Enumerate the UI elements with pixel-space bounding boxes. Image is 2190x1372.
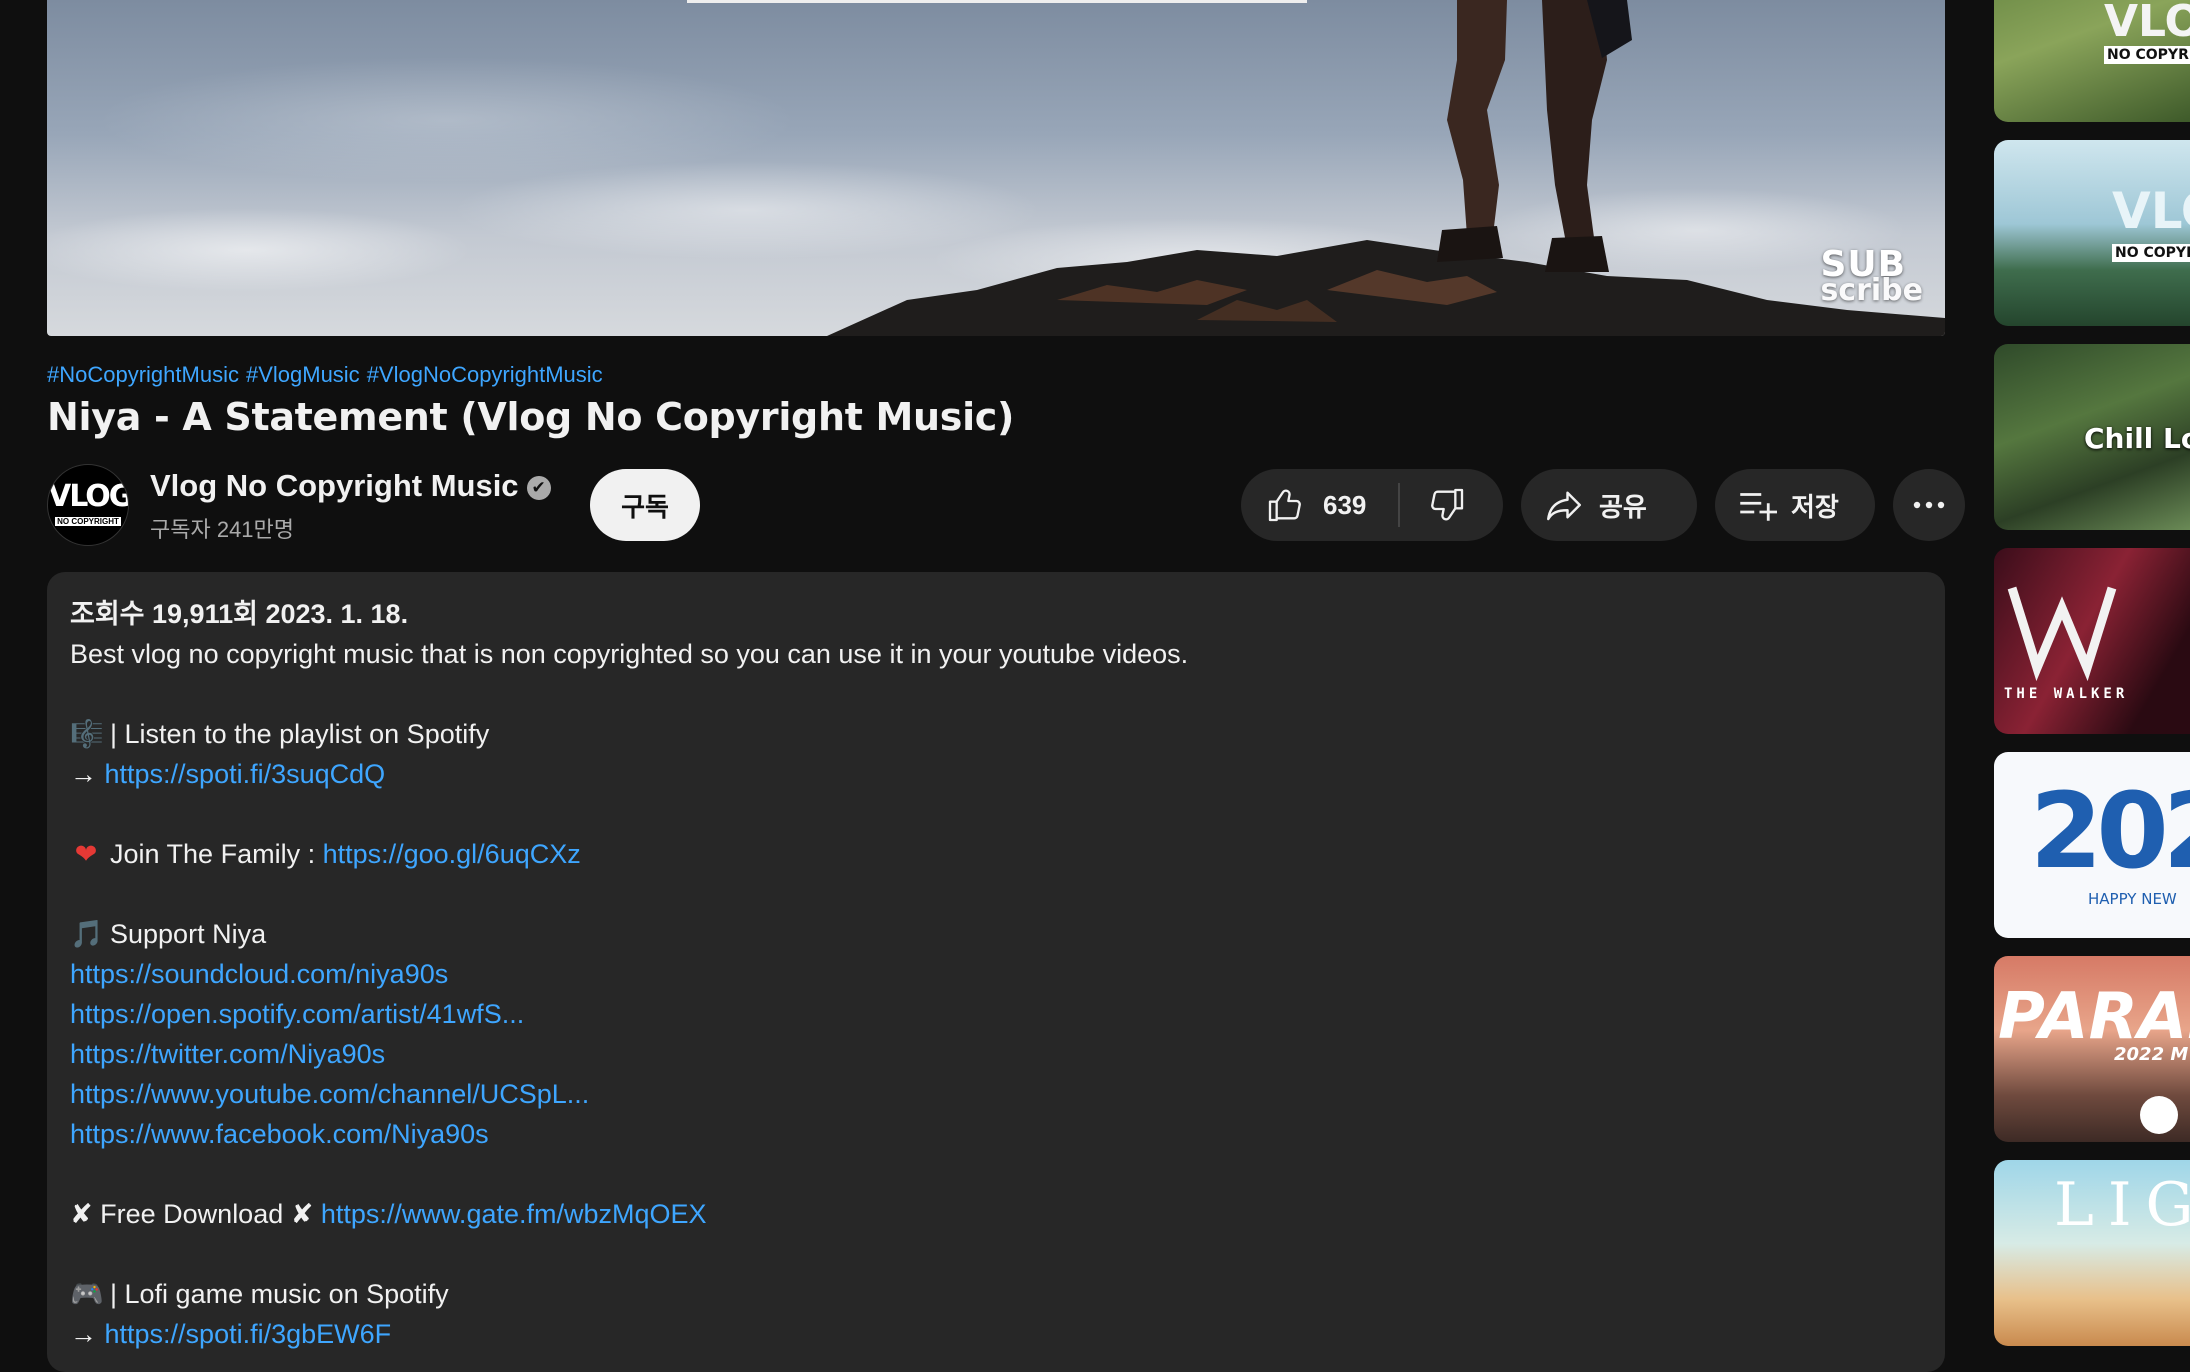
soundcloud-link[interactable]: https://soundcloud.com/niya90s <box>70 959 448 989</box>
twitter-link[interactable]: https://twitter.com/Niya90s <box>70 1039 385 1069</box>
save-button[interactable]: 저장 <box>1715 469 1875 541</box>
family-text: Join The Family : <box>110 839 323 869</box>
owner-row: VLOG NO COPYRIGHT Vlog No Copyright Musi… <box>47 462 1965 546</box>
subscribe-watermark[interactable]: SUB scribe <box>1820 247 1923 308</box>
cross-mark-icon: ✘ <box>290 1199 314 1229</box>
hashtag-link[interactable]: #VlogMusic <box>246 362 360 387</box>
recommended-video-thumbnail[interactable]: 202 HAPPY NEW <box>1994 752 2190 938</box>
recommended-video-thumbnail[interactable]: VLO NO COPYRIG <box>1994 140 2190 326</box>
share-arrow-icon <box>1547 491 1581 521</box>
playlist-link[interactable]: https://spoti.fi/3suqCdQ <box>105 759 386 789</box>
playlist-text: | Listen to the playlist on Spotify <box>110 719 490 749</box>
thumbnail-overlay-text: VLO <box>2104 0 2190 47</box>
thumbnail-overlay-text: Chill Lofi <box>2084 422 2190 455</box>
subscriber-count: 구독자 241만명 <box>150 517 295 542</box>
channel-avatar[interactable]: VLOG NO COPYRIGHT <box>47 464 129 546</box>
cross-mark-icon: ✘ <box>70 1199 93 1229</box>
channel-name-link[interactable]: Vlog No Copyright Music ✔ <box>150 468 551 504</box>
like-button[interactable]: 639 <box>1241 469 1399 541</box>
walker-logo-icon <box>2007 586 2117 682</box>
dislike-button[interactable] <box>1401 469 1501 541</box>
description-intro: Best vlog no copyright music that is non… <box>70 639 1189 669</box>
watermark-line2: scribe <box>1820 273 1923 308</box>
bird-badge-icon <box>2140 1096 2178 1134</box>
thumbnail-overlay-subtext: NO COPYRIG <box>2104 46 2190 64</box>
recommended-video-thumbnail[interactable]: PARAD 2022 M <box>1994 956 2190 1142</box>
thumbnail-overlay-text: VLO <box>2112 182 2190 240</box>
support-text: Support Niya <box>110 919 267 949</box>
family-link[interactable]: https://goo.gl/6uqCXz <box>323 839 581 869</box>
avatar-logo-subtext: NO COPYRIGHT <box>55 517 121 526</box>
playlist-add-icon <box>1740 493 1777 521</box>
thumbs-up-icon <box>1268 489 1301 522</box>
description-box[interactable]: 조회수 19,911회 2023. 1. 18. Best vlog no co… <box>47 572 1945 1372</box>
like-count: 639 <box>1323 489 1367 520</box>
share-label: 공유 <box>1599 492 1647 523</box>
hashtag-link[interactable]: #VlogNoCopyrightMusic <box>367 362 603 387</box>
more-actions-button[interactable] <box>1893 469 1965 541</box>
download-text: Free Download <box>100 1199 284 1229</box>
thumbnail-overlay-text: 202 <box>2030 770 2190 892</box>
avatar-logo-text: VLOG <box>48 479 129 514</box>
description-text: 조회수 19,911회 2023. 1. 18. Best vlog no co… <box>70 594 1922 1354</box>
recommended-video-thumbnail[interactable]: VLO NO COPYRIG <box>1994 0 2190 122</box>
like-dislike-group: 639 <box>1241 469 1503 541</box>
heart-icon: ❤ <box>74 839 98 869</box>
thumbnail-overlay-text: THE WALKER <box>2004 686 2129 702</box>
thumbnail-overlay-subtext: 2022 M <box>2114 1044 2189 1065</box>
verified-badge-icon: ✔ <box>526 476 551 500</box>
hashtag-list: #NoCopyrightMusic #VlogMusic #VlogNoCopyri… <box>47 362 610 388</box>
recommended-video-thumbnail[interactable]: Chill Lofi <box>1994 344 2190 530</box>
thumbnail-overlay-subtext: NO COPYRIG <box>2112 244 2190 262</box>
recommended-video-thumbnail[interactable]: LIGH <box>1994 1160 2190 1346</box>
save-label: 저장 <box>1791 492 1839 523</box>
video-player[interactable]: SUB scribe <box>47 0 1945 336</box>
thumbnail-overlay-subtext: HAPPY NEW <box>2088 890 2177 908</box>
lofi-text: | Lofi game music on Spotify <box>110 1279 449 1309</box>
facebook-link[interactable]: https://www.facebook.com/Niya90s <box>70 1119 489 1149</box>
game-controller-icon: 🎮 <box>70 1279 104 1309</box>
more-horizontal-icon <box>1913 501 1945 509</box>
view-count-date: 조회수 19,911회 2023. 1. 18. <box>70 599 409 629</box>
music-note-icon: 🎵 <box>70 919 104 949</box>
recommended-video-thumbnail[interactable]: THE WALKER <box>1994 548 2190 734</box>
spotify-artist-link[interactable]: https://open.spotify.com/artist/41wfS... <box>70 999 524 1029</box>
download-link[interactable]: https://www.gate.fm/wbzMqOEX <box>321 1199 707 1229</box>
video-title: Niya - A Statement (Vlog No Copyright Mu… <box>47 395 1015 439</box>
thumbnail-overlay-text: LIGH <box>2054 1170 2190 1240</box>
subscribe-button[interactable]: 구독 <box>590 469 700 541</box>
like-divider <box>1398 483 1400 527</box>
hashtag-link[interactable]: #NoCopyrightMusic <box>47 362 239 387</box>
arrow-glyph: → <box>70 1319 97 1349</box>
channel-name: Vlog No Copyright Music <box>150 468 519 503</box>
thumbnail-overlay-text: PARAD <box>1998 980 2190 1054</box>
thumbs-down-icon <box>1431 488 1464 521</box>
lofi-link[interactable]: https://spoti.fi/3gbEW6F <box>105 1319 392 1349</box>
share-button[interactable]: 공유 <box>1521 469 1697 541</box>
arrow-glyph: → <box>70 759 97 789</box>
video-frame-scene <box>827 0 1945 336</box>
youtube-channel-link[interactable]: https://www.youtube.com/channel/UCSpL... <box>70 1079 589 1109</box>
music-score-icon: 🎼 <box>70 719 104 749</box>
